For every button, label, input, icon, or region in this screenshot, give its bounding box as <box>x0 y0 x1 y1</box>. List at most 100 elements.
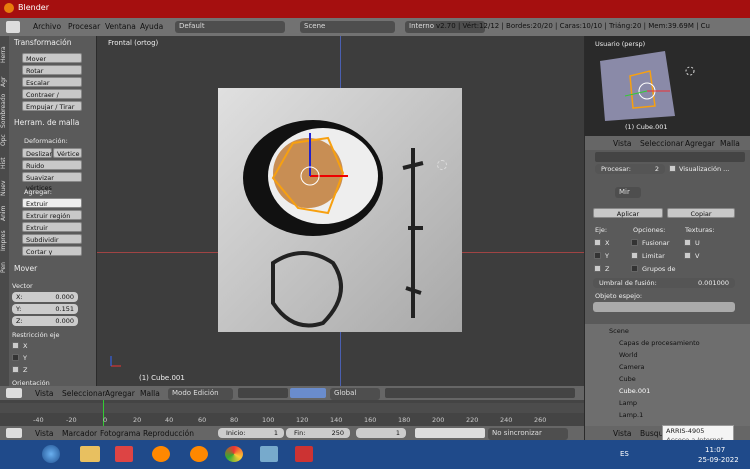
app-icon[interactable] <box>295 446 313 462</box>
shrink-fatten-button[interactable]: Contraer / Expan... <box>22 89 82 99</box>
rotate-button[interactable]: Rotar <box>22 65 82 75</box>
tab-new[interactable]: Nuev <box>0 177 9 199</box>
menu-view[interactable]: Vista <box>613 139 632 148</box>
mirror-object-field[interactable] <box>593 302 735 312</box>
mirror-u-checkbox[interactable] <box>684 239 691 246</box>
menu-view[interactable]: Vista <box>35 389 54 398</box>
playback-controls[interactable] <box>415 428 485 438</box>
orientation-select[interactable]: Global <box>330 388 380 400</box>
menu-select[interactable]: Seleccionar <box>640 139 683 148</box>
sync-select[interactable]: No sincronizar <box>488 428 568 440</box>
image-viewer-icon[interactable] <box>260 446 278 462</box>
push-pull-button[interactable]: Empujar / Tirar <box>22 101 82 111</box>
outliner[interactable]: Scene Capas de procesamiento World Camer… <box>585 324 750 426</box>
mirror-x-checkbox[interactable] <box>594 239 601 246</box>
outliner-item-lamp-1[interactable]: Lamp.1 <box>619 411 643 419</box>
panel-transform-header[interactable]: Transformación <box>14 38 71 47</box>
menu-view[interactable]: Vista <box>35 429 54 438</box>
panel-move-header[interactable]: Mover <box>14 264 37 273</box>
menu-frame[interactable]: Fotograma <box>100 429 141 438</box>
shading-buttons[interactable] <box>238 388 288 398</box>
scale-button[interactable]: Escalar <box>22 77 82 87</box>
tab-shading[interactable]: Sombreado <box>0 94 9 128</box>
properties-tabs[interactable] <box>595 152 745 162</box>
manipulator-buttons[interactable] <box>290 388 326 398</box>
tab-tools[interactable]: Herra <box>0 41 9 69</box>
vertex-groups-checkbox[interactable] <box>631 265 638 272</box>
menu-window[interactable]: Ventana <box>105 22 136 31</box>
media-icon[interactable] <box>115 446 133 462</box>
menu-view[interactable]: Vista <box>613 429 632 438</box>
blender-icon[interactable] <box>190 446 208 462</box>
axis-x-checkbox[interactable] <box>12 342 19 349</box>
vector-x-field[interactable]: X: 0.000 <box>12 292 78 302</box>
language-indicator[interactable]: ES <box>620 450 629 458</box>
outliner-item-world[interactable]: World <box>619 351 638 359</box>
render-levels-field[interactable]: Procesar: 2 <box>595 164 665 174</box>
panel-mesh-tools-header[interactable]: Herram. de malla <box>14 118 79 127</box>
menu-playback[interactable]: Reproducción <box>143 429 194 438</box>
timeline[interactable] <box>0 400 584 426</box>
smooth-vertex-button[interactable]: Suavizar vértices <box>22 172 82 192</box>
noise-button[interactable]: Ruido <box>22 160 82 170</box>
outliner-item-scene[interactable]: Scene <box>609 327 629 335</box>
tab-options[interactable]: Opc <box>0 131 9 149</box>
apply-button[interactable]: Aplicar <box>593 208 663 218</box>
start-icon[interactable] <box>42 445 60 463</box>
clipping-checkbox[interactable] <box>631 252 638 259</box>
menu-help[interactable]: Ayuda <box>140 22 163 31</box>
menu-add[interactable]: Agregar <box>685 139 715 148</box>
slide-button[interactable]: Deslizar <box>22 148 52 158</box>
tab-pencil[interactable]: Pen <box>0 258 9 278</box>
mode-select[interactable]: Modo Edición <box>168 388 233 400</box>
tab-print[interactable]: Impres <box>0 227 9 255</box>
modifier-name-field[interactable]: Mir <box>615 187 641 198</box>
layout-select[interactable]: Default <box>175 21 285 33</box>
blender-icon[interactable] <box>152 446 170 462</box>
vector-z-field[interactable]: Z: 0.000 <box>12 316 78 326</box>
outliner-item-render-layers[interactable]: Capas de procesamiento <box>619 339 700 347</box>
menu-add[interactable]: Agregar <box>105 389 135 398</box>
outliner-item-cube[interactable]: Cube <box>619 375 636 383</box>
tab-anim[interactable]: Anim <box>0 202 9 224</box>
clock-date[interactable]: 25-09-2022 <box>698 456 739 464</box>
3d-viewport[interactable]: Frontal (ortog) (1) Cube.001 <box>97 36 584 386</box>
editor-type-icon[interactable] <box>6 428 22 438</box>
axis-z-checkbox[interactable] <box>12 366 19 373</box>
outliner-item-cube-001[interactable]: Cube.001 <box>619 387 650 395</box>
mini-viewport[interactable]: Usuario (persp) (1) Cube.001 <box>585 36 750 136</box>
current-frame-field[interactable]: 1 <box>356 428 406 438</box>
outliner-item-lamp[interactable]: Lamp <box>619 399 637 407</box>
menu-mesh[interactable]: Malla <box>720 139 740 148</box>
editor-type-icon[interactable] <box>6 21 20 33</box>
extrude-button[interactable]: Extruir <box>22 198 82 208</box>
mirror-z-checkbox[interactable] <box>594 265 601 272</box>
vector-y-field[interactable]: Y: 0.151 <box>12 304 78 314</box>
tab-history[interactable]: Hist <box>0 152 9 174</box>
lamp-icon[interactable] <box>437 160 447 170</box>
axis-y-checkbox[interactable] <box>12 354 19 361</box>
merge-checkbox[interactable] <box>631 239 638 246</box>
merge-limit-field[interactable]: Umbral de fusión: 0.001000 <box>593 278 735 288</box>
start-frame-field[interactable]: Inicio: 1 <box>218 428 284 438</box>
knife-button[interactable]: Cortar y deslizar... <box>22 246 82 256</box>
menu-marker[interactable]: Marcador <box>62 429 97 438</box>
mirror-y-checkbox[interactable] <box>594 252 601 259</box>
clock-time[interactable]: 11:07 <box>705 446 725 454</box>
editor-type-icon[interactable] <box>6 388 22 398</box>
mirror-v-checkbox[interactable] <box>684 252 691 259</box>
display-checkbox[interactable] <box>669 165 676 172</box>
tab-create[interactable]: Agr <box>0 72 9 92</box>
subdivide-button[interactable]: Subdividir <box>22 234 82 244</box>
menu-mesh[interactable]: Malla <box>140 389 160 398</box>
explorer-icon[interactable] <box>80 446 100 462</box>
menu-file[interactable]: Archivo <box>33 22 61 31</box>
menu-select[interactable]: Seleccionar <box>62 389 105 398</box>
menu-render[interactable]: Procesar <box>68 22 100 31</box>
vertex-button[interactable]: Vértice <box>53 148 82 158</box>
copy-button[interactable]: Copiar <box>667 208 735 218</box>
extrude-individual-button[interactable]: Extruir individual <box>22 222 82 242</box>
outliner-item-camera[interactable]: Camera <box>619 363 645 371</box>
move-button[interactable]: Mover <box>22 53 82 63</box>
extrude-region-button[interactable]: Extruir región <box>22 210 82 220</box>
